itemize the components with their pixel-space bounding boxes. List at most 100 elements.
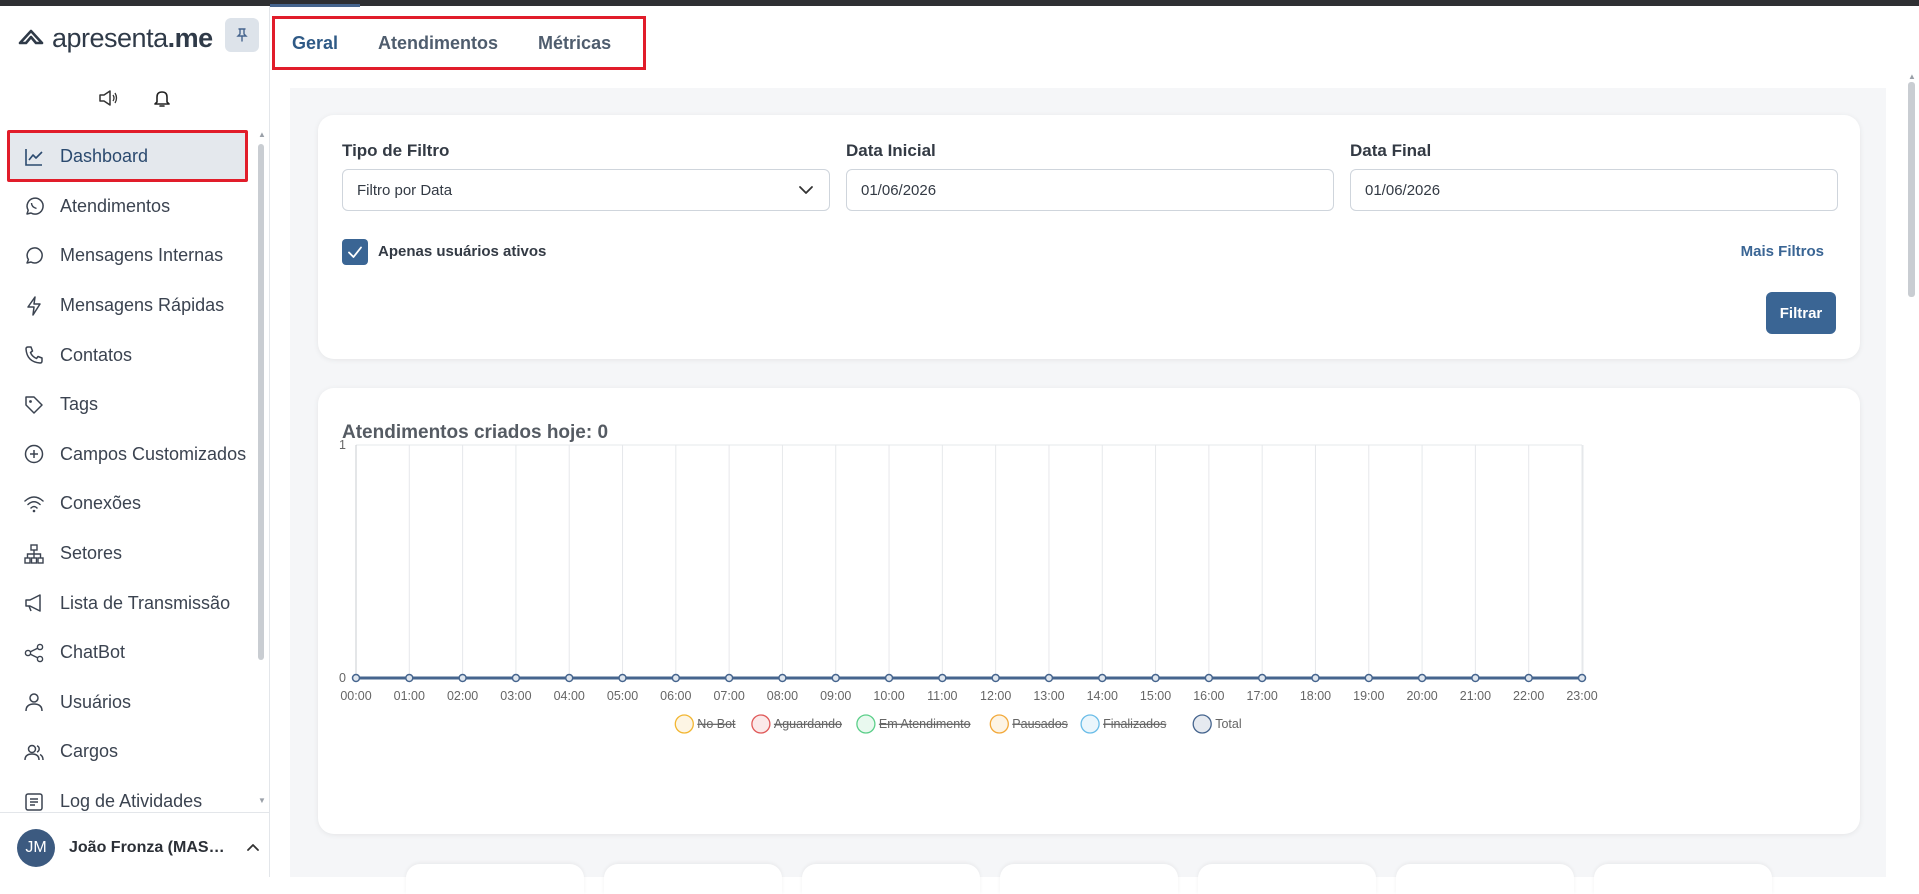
wifi-icon xyxy=(22,492,46,516)
data-point xyxy=(1311,673,1320,683)
y-tick-label: 1 xyxy=(339,438,346,452)
chevron-up-icon[interactable] xyxy=(243,838,263,858)
legend-label: Finalizados xyxy=(1103,717,1166,731)
sidebar-item-dashboard[interactable]: Dashboard xyxy=(8,132,248,182)
tab-geral[interactable]: Geral xyxy=(272,16,358,70)
tab-atendimentos[interactable]: Atendimentos xyxy=(358,16,518,70)
sidebar-item-setores[interactable]: Setores xyxy=(0,529,256,579)
main-scroll-up[interactable]: ▲ xyxy=(1908,72,1916,81)
stat-card xyxy=(1396,864,1574,894)
sidebar-item-mensagens-internas[interactable]: Mensagens Internas xyxy=(0,231,256,281)
end-date-label: Data Final xyxy=(1350,141,1432,160)
active-users-label[interactable]: Apenas usuários ativos xyxy=(378,243,546,260)
legend-marker xyxy=(1080,714,1100,734)
sidebar-item-cargos[interactable]: Cargos xyxy=(0,727,256,777)
main-scrollbar[interactable] xyxy=(1908,82,1915,297)
tab-bar: Geral Atendimentos Métricas xyxy=(272,16,631,70)
more-filters-link[interactable]: Mais Filtros xyxy=(1741,243,1824,260)
x-tick-label: 07:00 xyxy=(713,689,744,703)
sidebar-item-usuarios[interactable]: Usuários xyxy=(0,678,256,728)
x-tick-label: 17:00 xyxy=(1247,689,1278,703)
pin-icon xyxy=(236,28,248,42)
sidebar-item-atendimentos[interactable]: Atendimentos xyxy=(0,182,256,232)
sidebar-item-lista-transmissao[interactable]: Lista de Transmissão xyxy=(0,578,256,628)
sidebar-item-label: Mensagens Internas xyxy=(60,245,224,266)
filter-type-label: Tipo de Filtro xyxy=(342,141,450,160)
chart-line-icon xyxy=(22,145,46,169)
sidebar-scroll-down[interactable]: ▼ xyxy=(258,796,266,805)
x-tick-label: 12:00 xyxy=(980,689,1011,703)
sidebar-item-conexoes[interactable]: Conexões xyxy=(0,479,256,529)
user-icon xyxy=(22,690,46,714)
x-tick-label: 02:00 xyxy=(447,689,478,703)
chat-bubble-icon xyxy=(22,244,46,268)
pin-sidebar-button[interactable] xyxy=(225,18,259,52)
x-tick-label: 22:00 xyxy=(1513,689,1544,703)
data-point xyxy=(1098,673,1107,683)
data-point xyxy=(405,673,414,683)
sidebar-item-label: Setores xyxy=(60,543,123,564)
data-point xyxy=(1577,673,1587,683)
x-tick-label: 14:00 xyxy=(1087,689,1118,703)
filter-type-select[interactable]: Filtro por Data xyxy=(342,169,830,211)
x-tick-label: 01:00 xyxy=(394,689,425,703)
active-users-checkbox[interactable] xyxy=(342,239,368,265)
share-nodes-icon xyxy=(22,641,46,665)
brand-name: apresenta.me xyxy=(52,22,213,53)
x-tick-label: 13:00 xyxy=(1033,689,1064,703)
users-icon xyxy=(22,740,46,764)
start-date-value: 01/06/2026 xyxy=(861,181,937,199)
end-date-value: 01/06/2026 xyxy=(1365,181,1441,199)
sidebar-item-tags[interactable]: Tags xyxy=(0,380,256,430)
sidebar-item-campos-customizados[interactable]: Campos Customizados xyxy=(0,430,256,480)
sidebar-item-label: Lista de Transmissão xyxy=(60,592,231,613)
sidebar-item-mensagens-rapidas[interactable]: Mensagens Rápidas xyxy=(0,281,256,331)
notifications-button[interactable] xyxy=(150,86,174,110)
data-point xyxy=(938,673,947,683)
end-date-input[interactable]: 01/06/2026 xyxy=(1350,169,1838,211)
start-date-input[interactable]: 01/06/2026 xyxy=(846,169,1334,211)
stat-card xyxy=(604,864,782,894)
data-point xyxy=(1417,673,1427,683)
brand-logo[interactable]: apresenta.me xyxy=(16,20,213,56)
data-point xyxy=(1204,673,1214,683)
sidebar-item-chatbot[interactable]: ChatBot xyxy=(0,628,256,678)
data-point xyxy=(1364,673,1374,683)
active-tab-indicator xyxy=(270,4,360,7)
sidebar-item-label: Usuários xyxy=(60,691,132,712)
stat-card xyxy=(1594,864,1772,894)
checkmark-icon xyxy=(348,246,362,258)
sidebar-item-label: Log de Atividades xyxy=(60,791,203,812)
sidebar-item-contatos[interactable]: Contatos xyxy=(0,330,256,380)
sidebar-item-label: Campos Customizados xyxy=(60,443,247,464)
legend-label: Em Atendimento xyxy=(879,717,971,731)
bell-icon xyxy=(154,91,170,107)
x-tick-label: 23:00 xyxy=(1566,689,1597,703)
x-tick-label: 08:00 xyxy=(767,689,798,703)
sidebar-item-label: Conexões xyxy=(60,493,142,514)
x-tick-label: 18:00 xyxy=(1300,689,1331,703)
data-point xyxy=(1471,673,1480,683)
data-point xyxy=(351,673,361,683)
line-chart: 00:00 01:00 02:00 03:00 04:00 05:00 06:00 07:00… xyxy=(339,438,1598,734)
sidebar-scroll-up[interactable]: ▲ xyxy=(258,130,266,139)
x-tick-label: 06:00 xyxy=(660,689,691,703)
sidebar-item-label: ChatBot xyxy=(60,642,126,663)
chevron-down-icon xyxy=(799,186,813,194)
legend-marker xyxy=(751,714,771,734)
sidebar-scrollbar[interactable] xyxy=(258,144,264,660)
tab-metricas[interactable]: Métricas xyxy=(518,16,631,70)
stat-card xyxy=(406,864,584,894)
filter-button[interactable]: Filtrar xyxy=(1766,292,1836,334)
user-menu[interactable]: JM João Fronza (MAST... xyxy=(0,812,270,883)
data-point xyxy=(778,673,787,683)
sidebar-item-log-atividades[interactable]: Log de Atividades xyxy=(0,777,256,812)
sidebar-item-label: Contatos xyxy=(60,344,133,365)
list-icon xyxy=(22,790,46,812)
chart-card: Atendimentos criados hoje: 0 00:00 01:00 0… xyxy=(318,388,1860,834)
announcements-button[interactable] xyxy=(96,86,120,110)
plus-circle-icon xyxy=(22,442,46,466)
legend-label: Total xyxy=(1215,717,1241,731)
data-point xyxy=(1151,673,1160,683)
start-date-label: Data Inicial xyxy=(846,141,936,160)
